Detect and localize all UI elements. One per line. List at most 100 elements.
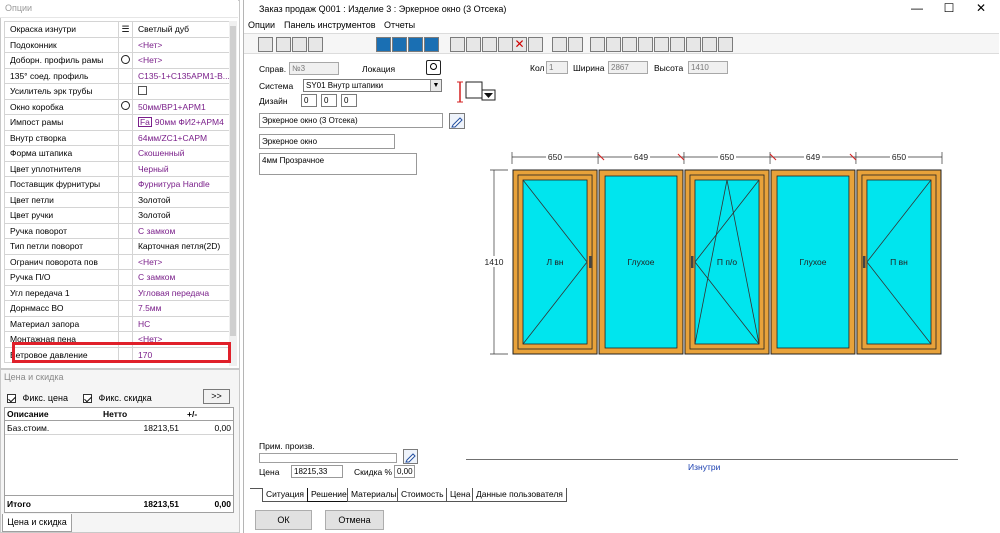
option-action-cell[interactable]	[118, 36, 133, 53]
design-field-1[interactable]: 0	[301, 94, 317, 107]
save2-icon[interactable]	[686, 37, 701, 52]
tree-icon[interactable]	[450, 37, 465, 52]
option-row[interactable]: Тип петли поворот Карточная петля(2D)	[3, 238, 231, 255]
minimize-button[interactable]: —	[906, 1, 928, 15]
option-row[interactable]: Окраска изнутри ☰ Светлый дуб	[3, 21, 231, 38]
layers-icon[interactable]	[466, 37, 481, 52]
pin-icon[interactable]	[308, 37, 323, 52]
grid-icon[interactable]	[276, 37, 291, 52]
options-scrollbar-thumb[interactable]	[230, 26, 236, 336]
option-value[interactable]: Скошенный	[131, 145, 231, 162]
option-row[interactable]: 135° соед. профиль C135-1+C135APM1-B...	[3, 67, 231, 84]
option-row[interactable]: Цвет ручки Золотой	[3, 207, 231, 224]
tab-materials[interactable]: Материалы	[347, 488, 401, 502]
option-row[interactable]: Усилитель эрк трубы	[3, 83, 231, 100]
bars-icon[interactable]	[482, 37, 497, 52]
option-action-cell[interactable]	[118, 67, 133, 84]
glass-field[interactable]: 4мм Прозрачное	[259, 153, 417, 175]
chevron-down-icon[interactable]: ▼	[430, 80, 441, 91]
option-value[interactable]: Карточная петля(2D)	[131, 238, 231, 255]
option-value[interactable]: Золотой	[131, 207, 231, 224]
option-action-cell[interactable]	[118, 315, 133, 332]
option-action-cell[interactable]	[118, 300, 133, 317]
option-action-cell[interactable]: ☰	[118, 21, 133, 38]
menu-toolbar[interactable]: Панель инструментов	[284, 20, 376, 30]
option-action-cell[interactable]	[118, 52, 133, 69]
height-field[interactable]: 1410	[688, 61, 728, 74]
option-value[interactable]: Черный	[131, 160, 231, 177]
option-row[interactable]: Форма штапика Скошенный	[3, 145, 231, 162]
list2-icon[interactable]	[568, 37, 583, 52]
option-row[interactable]: Дорнмасс ВО 7.5мм	[3, 300, 231, 317]
design-field-2[interactable]: 0	[321, 94, 337, 107]
cancel-button[interactable]: Отмена	[325, 510, 384, 530]
price-field[interactable]: 18215,33	[291, 465, 343, 478]
option-checkbox[interactable]	[137, 85, 147, 95]
table-icon[interactable]	[670, 37, 685, 52]
option-row[interactable]: Поставщик фурнитуры Фурнитура Handle	[3, 176, 231, 193]
location-pin-icon[interactable]	[426, 60, 441, 75]
option-value[interactable]: <Нет>	[131, 52, 231, 69]
option-row[interactable]: Окно коробка 50мм/BP1+APM1	[3, 98, 231, 115]
option-value[interactable]: Фурнитура Handle	[131, 176, 231, 193]
export-icon[interactable]	[718, 37, 733, 52]
menu-options[interactable]: Опции	[248, 20, 275, 30]
system-select[interactable]: SY01 Внутр штапики ▼	[303, 79, 442, 92]
option-action-cell[interactable]	[118, 129, 133, 146]
option-value[interactable]: <Нет>	[131, 253, 231, 270]
gear-icon[interactable]	[121, 101, 131, 111]
fix-discount-check-icon[interactable]	[83, 394, 92, 404]
option-row[interactable]: Ручка поворот С замком	[3, 222, 231, 239]
option-action-cell[interactable]	[118, 83, 133, 100]
more-button[interactable]: >>	[203, 389, 230, 404]
option-action-cell[interactable]	[118, 207, 133, 224]
discount-field[interactable]: 0,00	[394, 465, 415, 478]
tab-cost[interactable]: Стоимость	[397, 488, 448, 502]
option-value[interactable]: 64мм/ZC1+CAPM	[131, 129, 231, 146]
sprav-field[interactable]: №3	[289, 62, 339, 75]
lock-icon[interactable]	[408, 37, 423, 52]
option-value[interactable]: С замком	[131, 269, 231, 286]
edit-mfg-note-button[interactable]	[403, 449, 418, 464]
option-value[interactable]: C135-1+C135APM1-B...	[131, 67, 231, 84]
list-icon[interactable]	[552, 37, 567, 52]
delete-icon[interactable]: ✕	[512, 37, 527, 52]
option-row[interactable]: Цвет петли Золотой	[3, 191, 231, 208]
option-value[interactable]	[131, 83, 231, 100]
option-value[interactable]: Угловая передача	[131, 284, 231, 301]
option-row[interactable]: Импост рамы Fa 90мм ФИ2+APM4	[3, 114, 231, 131]
option-action-cell[interactable]	[118, 145, 133, 162]
price-row[interactable]: Баз.стоим. 18213,51 0,00	[5, 422, 233, 435]
option-row[interactable]: Подоконник <Нет>	[3, 36, 231, 53]
tab-user-data[interactable]: Данные пользователя	[472, 488, 567, 502]
option-row[interactable]: Угл передача 1 Угловая передача	[3, 284, 231, 301]
option-action-cell[interactable]	[118, 176, 133, 193]
fix-price-check-icon[interactable]	[7, 394, 16, 404]
filter-icon[interactable]: ☰	[122, 24, 130, 34]
cad-icon[interactable]	[622, 37, 637, 52]
option-value[interactable]: Светлый дуб	[131, 21, 231, 38]
minus-icon[interactable]	[292, 37, 307, 52]
option-action-cell[interactable]	[118, 284, 133, 301]
option-value[interactable]: НС	[131, 315, 231, 332]
option-row[interactable]: Внутр створка 64мм/ZC1+CAPM	[3, 129, 231, 146]
product-type-field[interactable]: Эркерное окно	[259, 134, 395, 149]
option-row[interactable]: Ручка П/О С замком	[3, 269, 231, 286]
undo-icon[interactable]	[528, 37, 543, 52]
option-value[interactable]: <Нет>	[131, 36, 231, 53]
option-row[interactable]: Огранич поворота пов <Нет>	[3, 253, 231, 270]
option-value[interactable]: 7.5мм	[131, 300, 231, 317]
option-action-cell[interactable]	[118, 238, 133, 255]
option-action-cell[interactable]	[118, 160, 133, 177]
edit-name-button[interactable]	[449, 113, 465, 129]
ok-button[interactable]: ОК	[255, 510, 312, 530]
save-icon[interactable]	[258, 37, 273, 52]
close-button[interactable]: ✕	[970, 1, 992, 15]
lines-icon[interactable]	[424, 37, 439, 52]
cube-icon[interactable]	[638, 37, 653, 52]
option-row[interactable]: Цвет уплотнителя Черный	[3, 160, 231, 177]
camera-icon[interactable]	[606, 37, 621, 52]
fix-discount-checkbox[interactable]: Фикс. скидка	[83, 393, 152, 404]
option-action-cell[interactable]	[118, 98, 133, 115]
sash-icon[interactable]	[392, 37, 407, 52]
